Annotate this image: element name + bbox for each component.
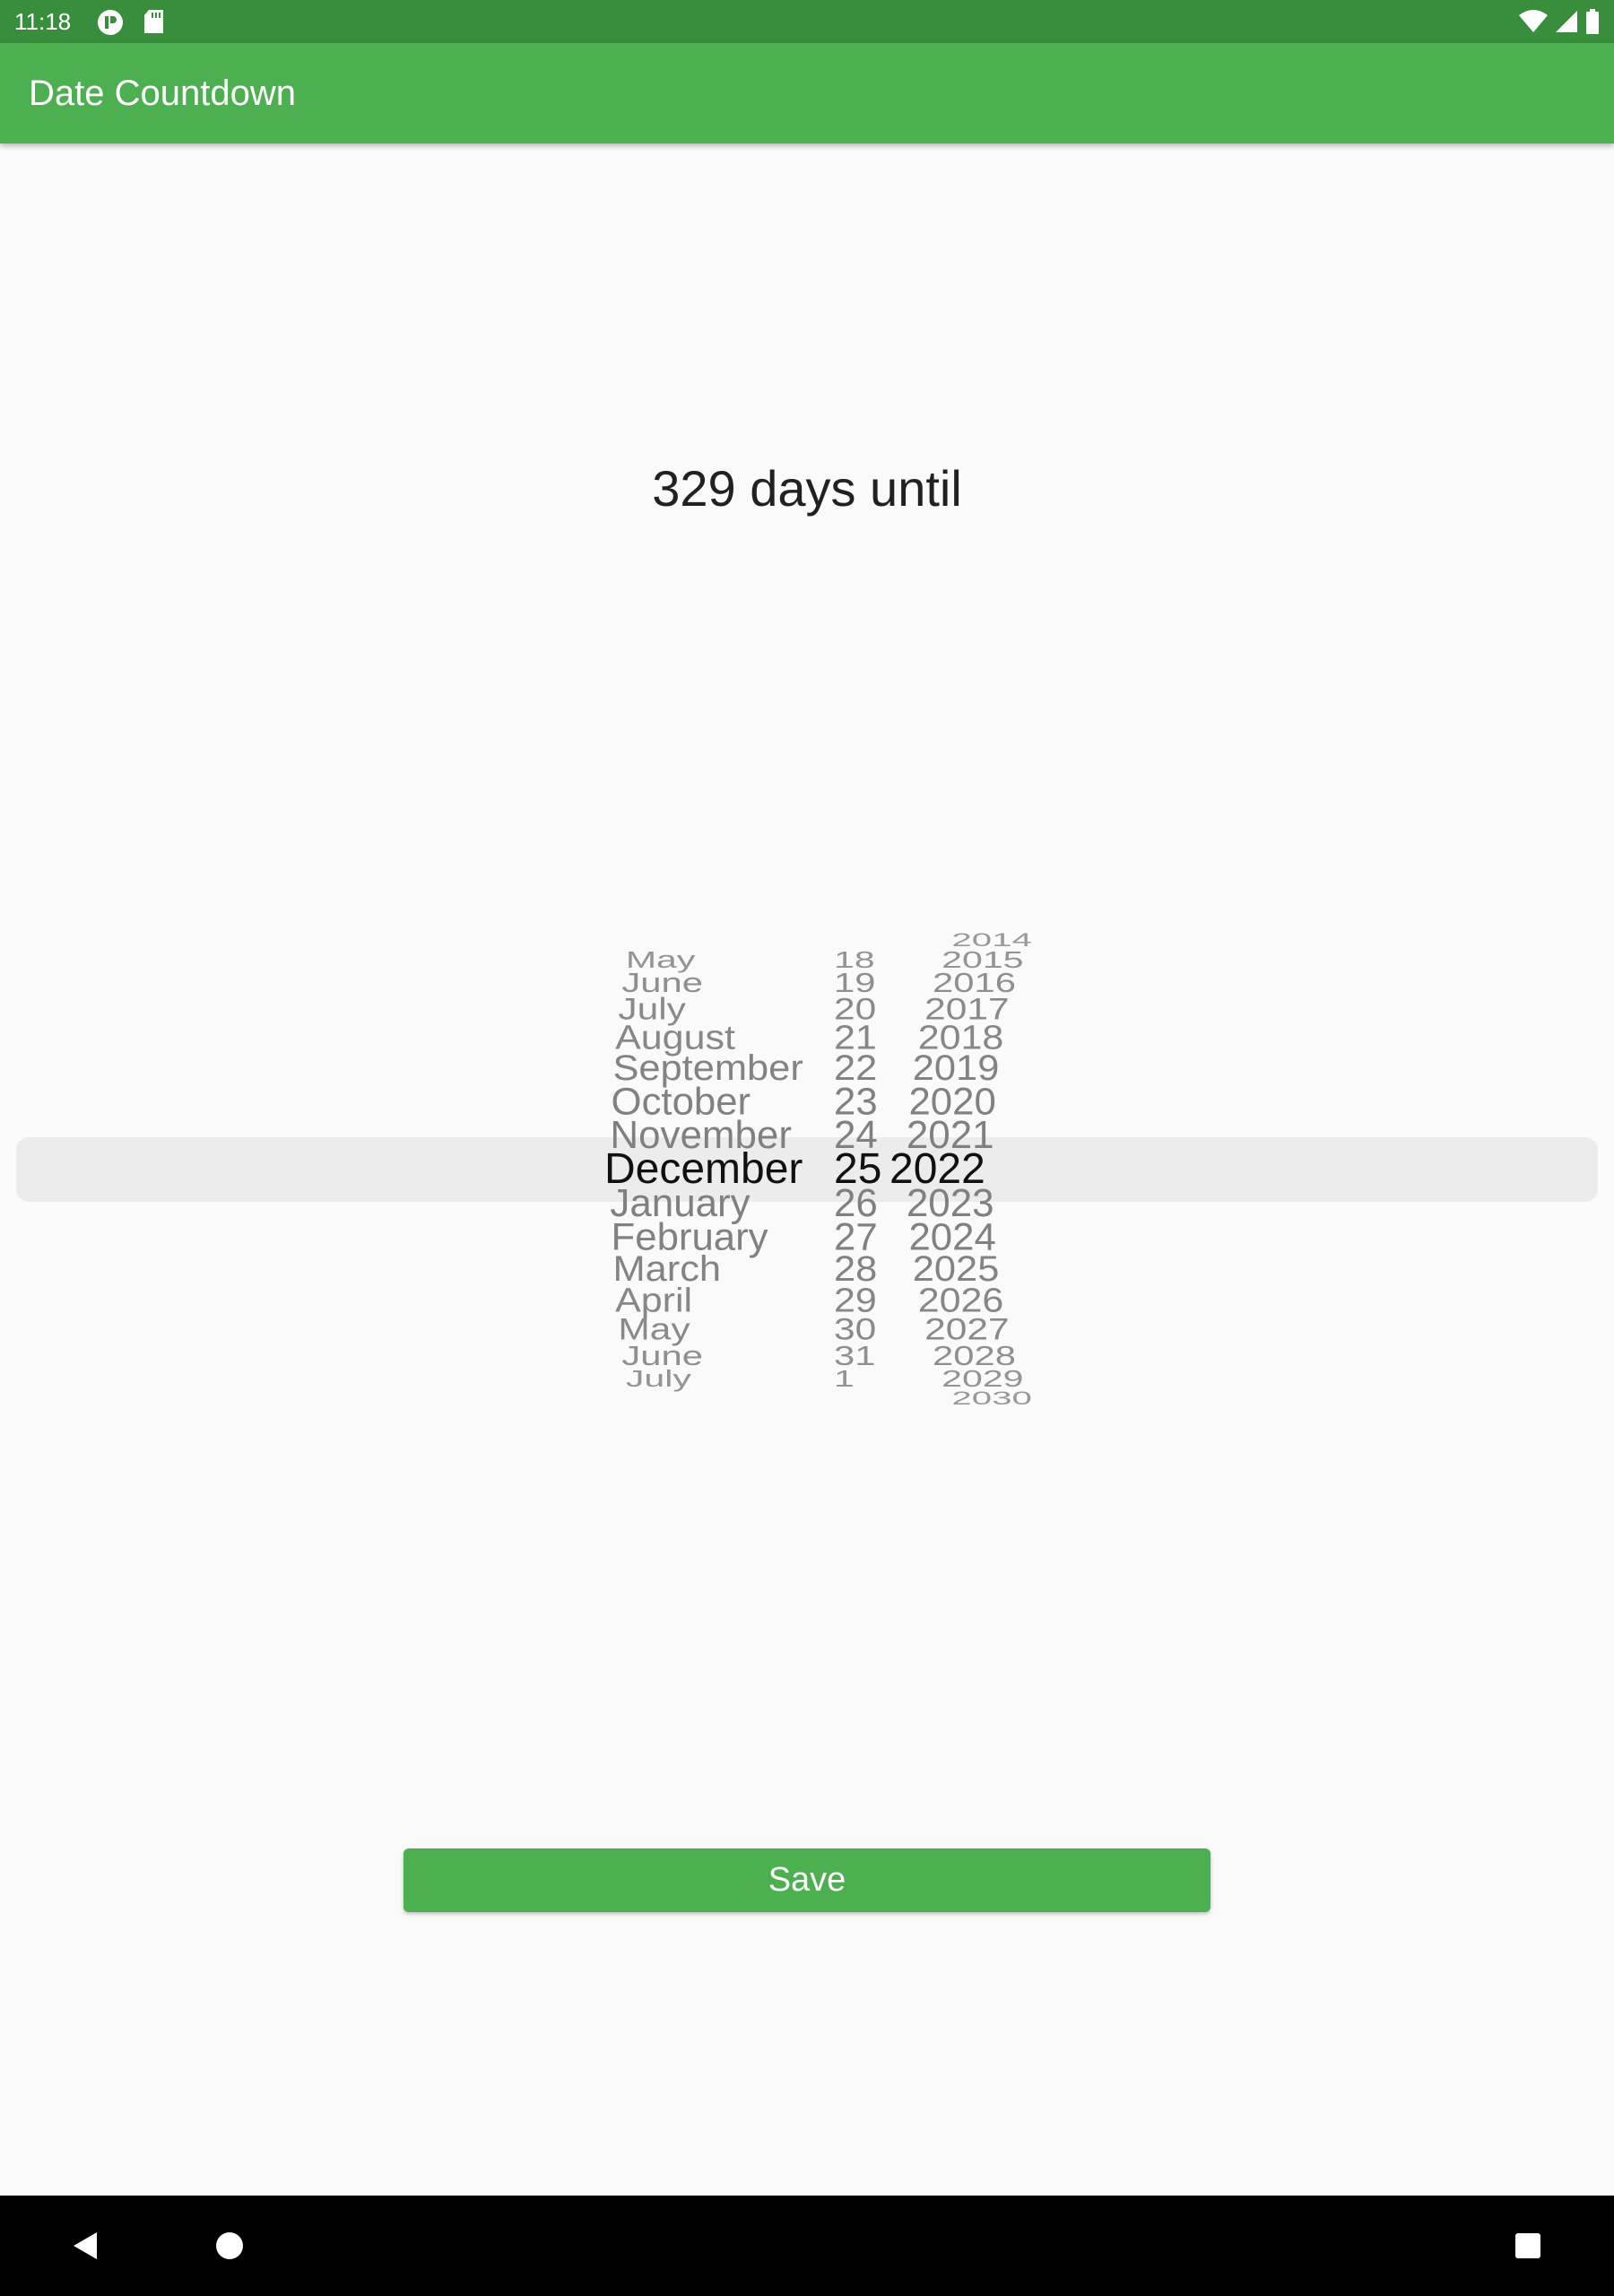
nav-back-button[interactable] — [31, 2196, 139, 2296]
sd-card-icon — [144, 10, 163, 33]
navigation-bar — [0, 2196, 1614, 2296]
year-option[interactable]: 2030 — [951, 1389, 1031, 1408]
nav-home-button[interactable] — [176, 2196, 283, 2296]
date-picker[interactable]: May June July August September October Novembe… — [0, 895, 1614, 1442]
recents-icon — [1515, 2233, 1540, 2258]
battery-icon — [1586, 9, 1599, 34]
status-icons — [1519, 9, 1600, 34]
month-option[interactable]: July — [626, 1367, 691, 1391]
signal-icon — [1556, 11, 1577, 32]
status-bar: 11:18 — [0, 0, 1614, 43]
status-time: 11:18 — [14, 8, 72, 35]
back-icon — [74, 2232, 97, 2259]
save-button[interactable]: Save — [404, 1848, 1210, 1912]
picker-selection-highlight — [16, 1137, 1598, 1202]
countdown-text: 329 days until — [652, 460, 962, 517]
nav-recents-button[interactable] — [1474, 2196, 1582, 2296]
app-notification-icon — [98, 10, 123, 35]
wifi-icon — [1519, 10, 1548, 32]
app-bar: Date Countdown — [0, 43, 1614, 144]
home-icon — [216, 2232, 243, 2259]
app-title: Date Countdown — [29, 74, 296, 113]
day-option[interactable]: 1 — [834, 1367, 855, 1391]
